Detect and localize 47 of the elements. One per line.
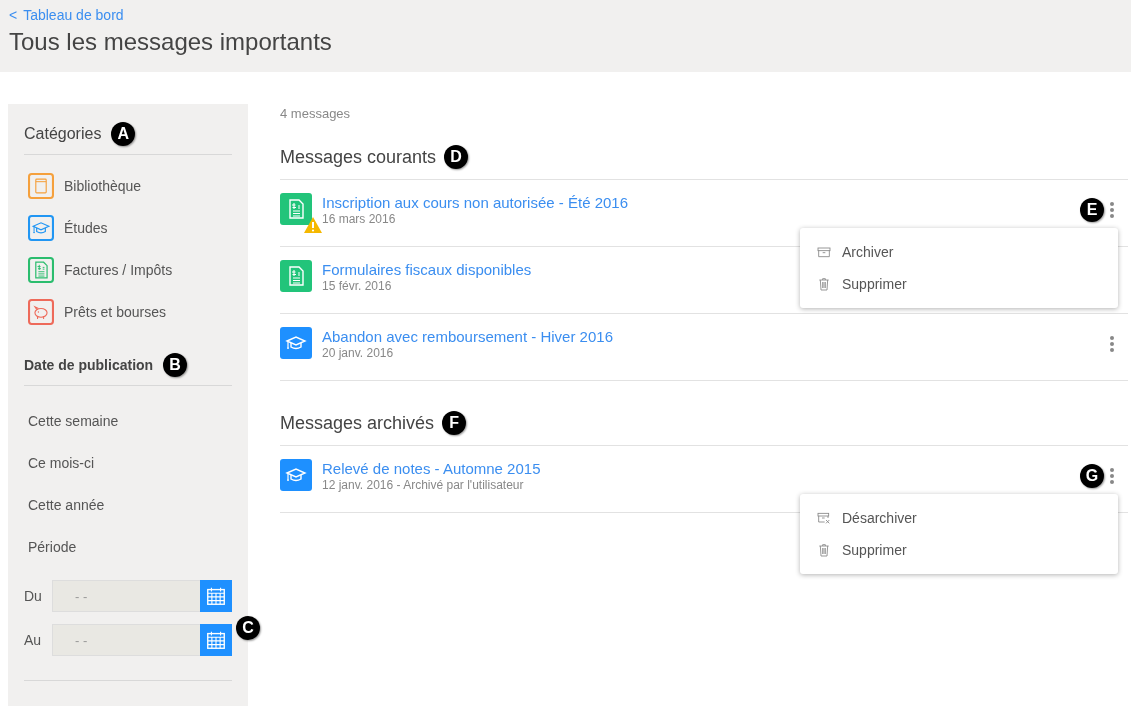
category-item[interactable]: Factures / Impôts (24, 249, 232, 291)
field-label: Au (24, 632, 43, 648)
callout-badge: F (442, 411, 467, 435)
category-item[interactable]: Prêts et bourses (24, 291, 232, 333)
field-label: Du (24, 588, 43, 604)
menu-item[interactable]: Supprimer (800, 534, 1118, 566)
more-options-icon[interactable] (1108, 335, 1116, 353)
calendar-button[interactable] (200, 580, 232, 612)
trash-icon (816, 542, 832, 558)
archive-box-icon (816, 510, 832, 526)
section-heading: Messages courants (280, 146, 437, 168)
date-field[interactable]: - - (52, 624, 200, 656)
section-heading: Catégories (24, 125, 102, 143)
trash-icon (816, 276, 832, 292)
message-date: 15 févr. 2016 (322, 279, 392, 293)
callout-badge: G (1080, 464, 1104, 488)
menu-item[interactable]: Archiver (800, 236, 1118, 268)
message-link[interactable]: Formulaires fiscaux disponibles (322, 261, 532, 278)
callout-badge: D (444, 145, 469, 169)
calendar-icon (205, 629, 227, 651)
date-filter-option[interactable]: Période (24, 526, 232, 568)
message-date: 12 janv. 2016 - Archivé par l'utilisateur (322, 478, 524, 492)
date-filter-option[interactable]: Cette année (24, 484, 232, 526)
section-heading: Messages archivés (280, 412, 435, 434)
calendar-icon (205, 585, 227, 607)
archive-box-icon (816, 244, 832, 260)
message-link[interactable]: Inscription aux cours non autorisée - Été 2016 (322, 194, 628, 211)
section-heading: Date de publication (24, 357, 154, 373)
menu-item[interactable]: Supprimer (800, 268, 1118, 300)
message-date: 20 janv. 2016 (322, 346, 394, 360)
calendar-button[interactable] (200, 624, 232, 656)
more-options-icon[interactable] (1108, 467, 1116, 485)
message-date: 16 mars 2016 (322, 212, 396, 226)
message-link[interactable]: Abandon avec remboursement - Hiver 2016 (322, 328, 613, 345)
callout-badge: B (163, 353, 188, 377)
menu-item[interactable]: Désarchiver (800, 502, 1118, 534)
category-item[interactable]: Études (24, 207, 232, 249)
page-title: Tous les messages importants (9, 28, 333, 56)
more-options-icon[interactable] (1108, 201, 1116, 219)
message-count: 4 messages (280, 106, 352, 121)
date-filter-option[interactable]: Ce mois-ci (24, 442, 232, 484)
date-field[interactable]: - - (52, 580, 200, 612)
date-filter-option[interactable]: Cette semaine (24, 400, 232, 442)
category-item[interactable]: Bibliothèque (24, 165, 232, 207)
callout-badge: A (111, 122, 136, 146)
callout-badge: C (236, 616, 260, 640)
callout-badge: E (1080, 198, 1104, 222)
